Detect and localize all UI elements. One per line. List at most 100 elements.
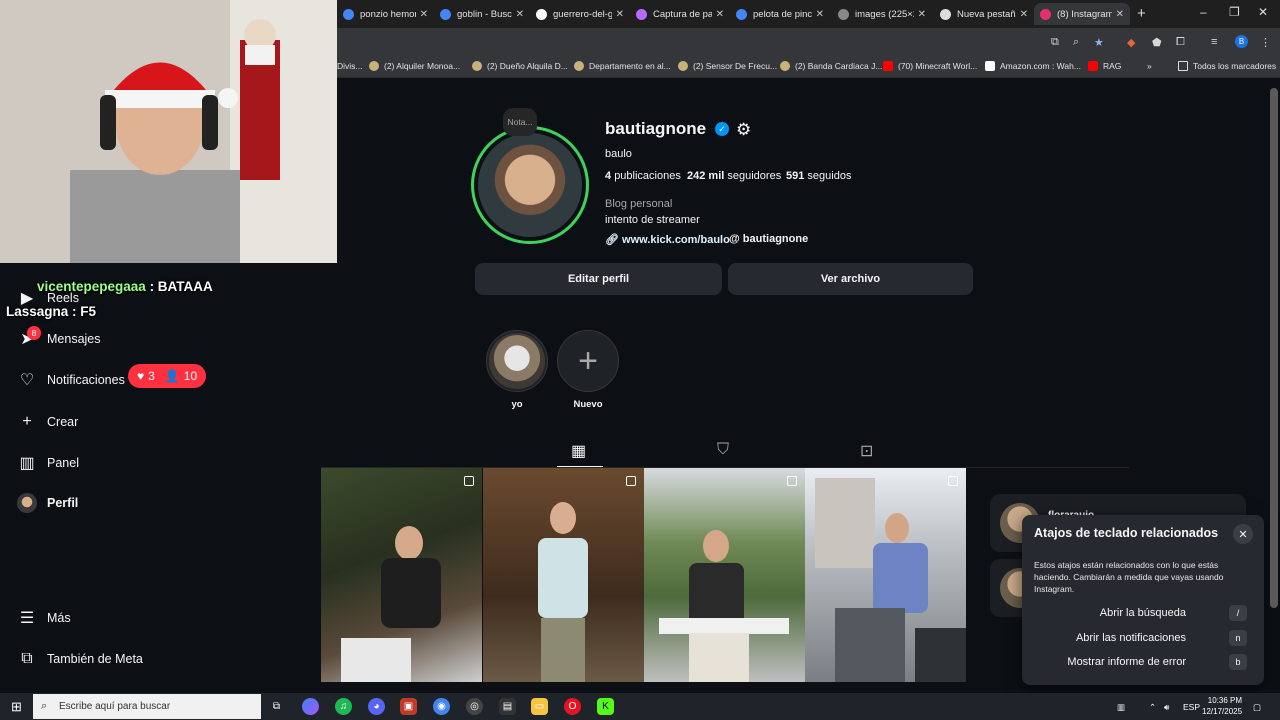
post-thumbnail[interactable]: [644, 468, 805, 682]
posts-grid-icon[interactable]: ▦: [571, 441, 586, 461]
profile-name: baulo: [605, 148, 632, 160]
profile-link[interactable]: 🔗︎ www.kick.com/baulo: [605, 233, 730, 246]
tab-close-icon[interactable]: ✕: [1116, 9, 1124, 20]
post-image: [538, 502, 588, 682]
tray-overflow-icon[interactable]: ⌃: [1149, 702, 1156, 713]
extension-shield-icon[interactable]: ⬟: [1152, 36, 1162, 49]
bookmarks-overflow-icon[interactable]: »: [1147, 61, 1152, 71]
edit-profile-button[interactable]: Editar perfil: [475, 263, 722, 295]
close-icon[interactable]: ✕: [1233, 524, 1253, 544]
highlight-yo[interactable]: [486, 330, 548, 392]
extensions-puzzle-icon[interactable]: ⧠: [1176, 36, 1185, 49]
post-image: [659, 530, 789, 682]
menu-icon: ☰: [19, 610, 35, 627]
new-tab-icon[interactable]: +: [1137, 5, 1146, 22]
chrome-menu-icon[interactable]: ⋮: [1260, 36, 1271, 49]
following-count[interactable]: 591 seguidos: [786, 170, 851, 182]
bookmark-item[interactable]: Divis...: [337, 61, 363, 71]
zoom-icon[interactable]: ⌕: [1073, 36, 1079, 49]
post-thumbnail[interactable]: [321, 468, 482, 682]
tab-3[interactable]: Captura de pa ✕: [630, 3, 730, 25]
bookmark-star-icon[interactable]: ★: [1094, 36, 1104, 49]
chrome-icon[interactable]: ◉: [433, 698, 450, 715]
tab-close-icon[interactable]: ✕: [716, 9, 724, 20]
tab-close-icon[interactable]: ✕: [616, 9, 624, 20]
maximize-icon[interactable]: ❐: [1229, 5, 1240, 19]
post-thumbnail[interactable]: [805, 468, 966, 682]
extension-fox-icon[interactable]: ◆: [1127, 36, 1135, 49]
kick-icon[interactable]: K: [597, 698, 614, 715]
shortcut-row[interactable]: Abrir la búsqueda /: [1022, 605, 1264, 623]
network-icon[interactable]: ▥: [1117, 702, 1125, 713]
tab-1[interactable]: goblin - Busca ✕: [434, 3, 530, 25]
task-view-icon[interactable]: ⧉: [268, 698, 285, 715]
tiktok-favicon-icon: [536, 8, 547, 20]
bookmark-item[interactable]: (2) Sensor De Frecu...: [678, 61, 777, 71]
chat-message: Lassagna : F5: [6, 304, 97, 319]
profile-avatar[interactable]: [478, 133, 582, 237]
tab-5[interactable]: images (225×2 ✕: [832, 3, 932, 25]
post-image: [815, 478, 966, 682]
sidebar-item-more[interactable]: ☰ Más: [17, 608, 71, 628]
spotify-icon[interactable]: ♫: [335, 698, 352, 715]
sidebar-item-create[interactable]: + Crear: [17, 412, 78, 432]
new-highlight-button[interactable]: +: [557, 330, 619, 392]
bookmark-item[interactable]: Departamento en al...: [574, 61, 671, 71]
file-explorer-icon[interactable]: ▭: [531, 698, 548, 715]
sidebar-item-also-from-meta[interactable]: ⧉ También de Meta: [17, 649, 143, 669]
tab-4[interactable]: pelota de pinc ✕: [730, 3, 830, 25]
profile-category: Blog personal: [605, 198, 673, 210]
notifications-pill[interactable]: ♥ 3 👤 10: [128, 364, 207, 388]
capcut-icon[interactable]: ▤: [499, 698, 516, 715]
bookmark-item[interactable]: (2) Dueño Alquila D...: [472, 61, 568, 71]
folder-icon: [1178, 61, 1188, 71]
bookmark-item[interactable]: (2) Alquiler Monoa...: [369, 61, 460, 71]
tab-7[interactable]: (8) Instagram ✕: [1034, 3, 1130, 25]
tab-close-icon[interactable]: ✕: [918, 9, 926, 20]
language-indicator[interactable]: ESP: [1183, 702, 1200, 712]
profile-avatar[interactable]: B: [1235, 35, 1248, 48]
followers-count[interactable]: 242 mil seguidores: [687, 170, 781, 182]
page-scrollbar[interactable]: [1270, 88, 1278, 608]
bookmark-item[interactable]: (70) Minecraft Worl...: [883, 61, 977, 71]
tab-favicon-icon: [343, 8, 354, 20]
tab-6[interactable]: Nueva pestaña ✕: [934, 3, 1034, 25]
app-icon[interactable]: ▣: [400, 698, 417, 715]
bookmark-item[interactable]: (2) Banda Cardiaca J...: [780, 61, 882, 71]
tab-close-icon[interactable]: ✕: [516, 9, 524, 20]
shortcut-row[interactable]: Mostrar informe de error b: [1022, 654, 1264, 672]
opera-icon[interactable]: O: [564, 698, 581, 715]
saved-bookmark-icon[interactable]: ⛉: [717, 441, 729, 459]
settings-gear-icon[interactable]: ⚙: [736, 120, 751, 140]
volume-icon[interactable]: 🔊︎: [1164, 702, 1169, 713]
taskbar-search[interactable]: ⌕ Escribe aquí para buscar: [33, 694, 261, 719]
bookmark-item[interactable]: RAG: [1088, 61, 1121, 71]
heart-icon: ♡: [19, 372, 35, 389]
close-window-icon[interactable]: ✕: [1258, 5, 1268, 19]
tab-close-icon[interactable]: ✕: [420, 9, 428, 20]
shortcut-row[interactable]: Abrir las notificaciones n: [1022, 630, 1264, 648]
tab-close-icon[interactable]: ✕: [1020, 9, 1028, 20]
notification-center-icon[interactable]: ▢: [1253, 702, 1261, 713]
sidebar-item-dashboard[interactable]: ▥ Panel: [17, 453, 79, 473]
all-bookmarks[interactable]: Todos los marcadores: [1178, 61, 1276, 71]
media-icon[interactable]: ≡: [1211, 36, 1217, 48]
minimize-icon[interactable]: –: [1200, 5, 1207, 19]
threads-link[interactable]: @ bautiagnone: [729, 233, 808, 245]
sidebar-item-profile[interactable]: Perfil: [17, 493, 78, 513]
copilot-icon[interactable]: [302, 698, 319, 715]
tagged-icon[interactable]: ⊡: [860, 441, 873, 461]
install-icon[interactable]: ⧉: [1051, 36, 1059, 49]
tab-0[interactable]: ponzio hemon ✕: [337, 3, 434, 25]
windows-start-icon[interactable]: ⊞: [8, 698, 25, 715]
post-thumbnail[interactable]: [483, 468, 644, 682]
note-bubble[interactable]: Nota...: [503, 108, 537, 136]
obs-icon[interactable]: ◎: [466, 698, 483, 715]
tab-2[interactable]: guerrero-del-g ✕: [530, 3, 630, 25]
sidebar-item-notifications[interactable]: ♡ Notificaciones: [17, 370, 125, 390]
bookmark-item[interactable]: Amazon.com : Wah...: [985, 61, 1081, 71]
discord-icon[interactable]: ◕: [368, 698, 385, 715]
taskbar-clock[interactable]: 10:36 PM 12/17/2025: [1202, 695, 1242, 717]
tab-close-icon[interactable]: ✕: [816, 9, 824, 20]
view-archive-button[interactable]: Ver archivo: [728, 263, 973, 295]
